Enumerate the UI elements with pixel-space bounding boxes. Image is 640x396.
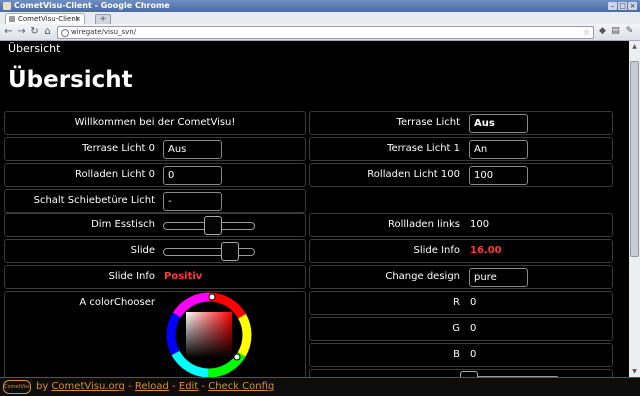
welcome-cell: Willkommen bei der CometVisu! <box>4 111 306 135</box>
value-slide-info-left: Positiv <box>164 271 203 282</box>
page-scrollbar[interactable]: ▲ ▼ <box>629 41 640 377</box>
widget-rolladen-licht-0: Rolladen Licht 0 0 <box>4 163 306 187</box>
color-wheel[interactable] <box>159 292 259 377</box>
select-change-design[interactable]: pure <box>469 268 528 287</box>
bookmark-star-icon[interactable]: ☆ <box>583 27 590 38</box>
label-g: G <box>452 323 460 334</box>
footer-sep: - <box>198 381 209 392</box>
scroll-down-icon[interactable]: ▼ <box>630 367 639 376</box>
app-icon <box>3 2 11 10</box>
widget-terrase-licht-0: Terrase Licht 0 Aus <box>4 137 306 161</box>
label-terrase-licht-0: Terrase Licht 0 <box>82 143 155 154</box>
widget-terrase-licht: Terrase Licht Aus <box>309 111 613 135</box>
switch-terrase-licht-0[interactable]: Aus <box>163 140 222 159</box>
scrollbar-thumb[interactable] <box>630 61 639 257</box>
label-terrase-licht: Terrase Licht <box>396 117 460 128</box>
wrench-icon[interactable]: ✎ <box>624 26 635 37</box>
value-g: 0 <box>470 323 477 334</box>
widget-rollladen-links: Rollladen links 100 <box>309 213 613 237</box>
label-dim-esstisch: Dim Esstisch <box>91 219 155 230</box>
window-title: CometVisu-Client - Google Chrome <box>14 1 170 10</box>
favicon-icon <box>9 16 15 22</box>
window-titlebar: CometVisu-Client - Google Chrome – □ × <box>0 0 640 12</box>
widget-color-chooser: A colorChooser <box>4 291 306 377</box>
widget-next-partial <box>309 369 613 377</box>
back-icon[interactable]: ← <box>3 26 14 37</box>
label-r: R <box>453 297 460 308</box>
scroll-up-icon[interactable]: ▲ <box>630 42 639 51</box>
label-change-design: Change design <box>385 271 460 282</box>
link-reload[interactable]: Reload <box>135 381 169 392</box>
widget-terrase-licht-1: Terrase Licht 1 An <box>309 137 613 161</box>
slider-slide-track[interactable] <box>163 248 255 256</box>
footer-text: by CometVisu.org - Reload - Edit - Check… <box>36 378 274 396</box>
slider-slide-handle[interactable] <box>220 242 239 261</box>
forward-icon[interactable]: → <box>16 26 27 37</box>
widget-schalt-schiebetuere: Schalt Schiebetüre Licht - <box>4 189 306 213</box>
minimize-icon[interactable]: – <box>608 2 617 10</box>
footer: CometVisu by CometVisu.org - Reload - Ed… <box>0 377 640 396</box>
page-icon <box>61 29 69 37</box>
tab-strip: CometVisu-Client × + <box>0 12 640 25</box>
footer-by: by <box>36 381 49 392</box>
extension-icon[interactable]: ◆ <box>597 26 608 37</box>
widget-slide: Slide <box>4 239 306 263</box>
switch-schalt-schiebetuere[interactable]: - <box>163 192 222 211</box>
switch-terrase-licht[interactable]: Aus <box>469 114 528 133</box>
widget-dim-esstisch: Dim Esstisch <box>4 213 306 237</box>
maximize-icon[interactable]: □ <box>618 2 627 10</box>
link-check-config[interactable]: Check Config <box>208 381 274 392</box>
close-icon[interactable]: × <box>628 2 637 10</box>
label-b: B <box>453 349 460 360</box>
switch-terrase-licht-1[interactable]: An <box>469 140 528 159</box>
page-menu-icon[interactable]: ▤ <box>610 26 621 37</box>
address-url: wiregate/visu_svn/ <box>71 28 137 36</box>
home-icon[interactable]: ⌂ <box>42 26 53 37</box>
widget-slide-info-left: Slide Info Positiv <box>4 265 306 289</box>
label-rolladen-licht-0: Rolladen Licht 0 <box>75 169 155 180</box>
link-edit[interactable]: Edit <box>179 381 198 392</box>
value-b: 0 <box>470 349 477 360</box>
label-rollladen-links: Rollladen links <box>388 219 460 230</box>
widget-rolladen-licht-100: Rolladen Licht 100 100 <box>309 163 613 187</box>
widget-r: R 0 <box>309 291 613 315</box>
slider-dim-esstisch-handle[interactable] <box>203 216 222 235</box>
link-cometvisu-org[interactable]: CometVisu.org <box>51 381 124 392</box>
reload-icon[interactable]: ↻ <box>29 26 40 37</box>
input-rolladen-licht-0[interactable]: 0 <box>163 166 222 185</box>
label-schalt-schiebetuere: Schalt Schiebetüre Licht <box>33 195 155 206</box>
footer-sep: - <box>168 381 179 392</box>
page-content: Übersicht Übersicht Willkommen bei der C… <box>0 41 629 377</box>
value-slide-info-right: 16.00 <box>470 245 502 256</box>
breadcrumb[interactable]: Übersicht <box>8 42 60 55</box>
label-slide: Slide <box>130 245 155 256</box>
welcome-text: Willkommen bei der CometVisu! <box>74 117 236 128</box>
browser-toolbar: ← → ↻ ⌂ wiregate/visu_svn/ ☆ ◆ ▤ ✎ <box>0 24 640 41</box>
label-color-chooser: A colorChooser <box>79 297 155 308</box>
widget-change-design: Change design pure <box>309 265 613 289</box>
page-title: Übersicht <box>8 67 133 93</box>
footer-sep: - <box>124 381 135 392</box>
label-slide-info-right: Slide Info <box>413 245 460 256</box>
cometvisu-logo: CometVisu <box>3 380 31 394</box>
widget-g: G 0 <box>309 317 613 341</box>
value-r: 0 <box>470 297 477 308</box>
widget-slide-info-right: Slide Info 16.00 <box>309 239 613 263</box>
value-rollladen-links: 100 <box>470 219 490 230</box>
address-bar[interactable]: wiregate/visu_svn/ ☆ <box>57 26 594 39</box>
input-rolladen-licht-100[interactable]: 100 <box>469 166 528 185</box>
widget-b: B 0 <box>309 343 613 367</box>
label-terrase-licht-1: Terrase Licht 1 <box>387 143 460 154</box>
label-slide-info-left: Slide Info <box>108 271 155 282</box>
label-rolladen-licht-100: Rolladen Licht 100 <box>367 169 460 180</box>
